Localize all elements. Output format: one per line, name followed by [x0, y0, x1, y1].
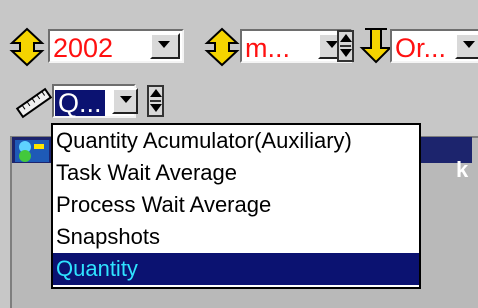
double-up-down-arrow-icon [204, 27, 240, 67]
dropdown-option[interactable]: Process Wait Average [53, 189, 419, 221]
measure-dropdown-list: Quantity Acumulator(Auxiliary) Task Wait… [51, 123, 421, 289]
down-arrow-icon [359, 28, 393, 64]
month-spin-down[interactable] [340, 47, 352, 59]
dropdown-option[interactable]: Snapshots [53, 221, 419, 253]
month-spin-up[interactable] [340, 33, 352, 47]
dropdown-option-selected[interactable]: Quantity [53, 253, 419, 285]
toolbar-window: k 2002 m... Or... Q... Quantity Acumulat… [0, 0, 478, 308]
dropdown-option[interactable]: Task Wait Average [53, 157, 419, 189]
measure-spinner[interactable] [147, 85, 164, 117]
year-dropdown-button[interactable] [150, 33, 180, 59]
tree-node-icon [15, 140, 49, 162]
measure-combo[interactable]: Q... [52, 84, 138, 118]
double-up-down-arrow-icon [9, 27, 45, 67]
year-value: 2002 [53, 33, 114, 63]
month-value: m... [245, 33, 290, 63]
measure-spin-up[interactable] [150, 88, 162, 102]
measure-value: Q... [55, 90, 105, 117]
pane-edge-text: k [456, 157, 469, 182]
order-dropdown-button[interactable] [455, 33, 478, 59]
dropdown-option[interactable]: Quantity Acumulator(Auxiliary) [53, 125, 419, 157]
year-combo[interactable]: 2002 [48, 29, 184, 63]
order-combo[interactable]: Or... [390, 29, 478, 63]
ruler-icon [15, 87, 53, 119]
measure-spin-down[interactable] [150, 102, 162, 114]
measure-dropdown-button[interactable] [112, 88, 138, 114]
month-spinner[interactable] [337, 30, 354, 62]
order-value: Or... [395, 33, 447, 63]
month-combo[interactable]: m... [240, 29, 352, 63]
